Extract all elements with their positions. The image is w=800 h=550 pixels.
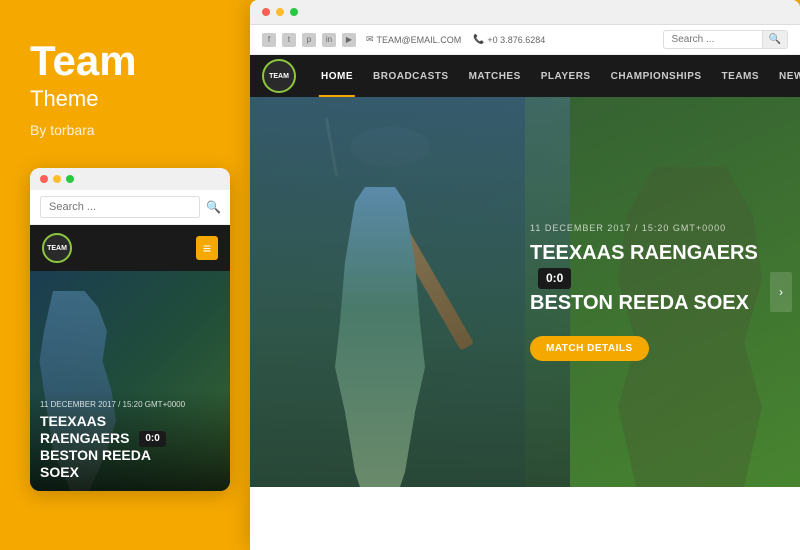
right-panel: f t p in ▶ ✉ TEAM@EMAIL.COM 📞 +0 3.876.6… bbox=[250, 0, 800, 550]
desktop-top-bar: f t p in ▶ ✉ TEAM@EMAIL.COM 📞 +0 3.876.6… bbox=[250, 25, 800, 55]
hero-next-arrow[interactable]: › bbox=[770, 272, 792, 312]
match-details-button[interactable]: MATCH DETAILS bbox=[530, 336, 649, 361]
nav-item-news[interactable]: NEWS bbox=[769, 55, 800, 97]
phone-icon: 📞 bbox=[473, 34, 484, 45]
nav-items: HOME BROADCASTS MATCHES PLAYERS CHAMPION… bbox=[311, 55, 800, 97]
desktop-dot-red bbox=[262, 8, 270, 16]
mobile-search-icon[interactable]: 🔍 bbox=[206, 200, 221, 214]
mobile-search-bar: 🔍 bbox=[30, 190, 230, 225]
nav-item-championships[interactable]: CHAMPIONSHIPS bbox=[601, 55, 712, 97]
top-bar-right: 🔍 bbox=[663, 30, 788, 49]
mobile-hero: 11 DECEMBER 2017 / 15:20 GMT+0000 TEEXAA… bbox=[30, 271, 230, 491]
mobile-search-input[interactable] bbox=[40, 196, 200, 218]
mobile-hero-overlay: 11 DECEMBER 2017 / 15:20 GMT+0000 TEEXAA… bbox=[30, 390, 230, 491]
top-bar-left: f t p in ▶ ✉ TEAM@EMAIL.COM 📞 +0 3.876.6… bbox=[262, 33, 545, 47]
mobile-logo: TEAM bbox=[42, 233, 72, 263]
nav-item-broadcasts[interactable]: BROADCASTS bbox=[363, 55, 459, 97]
desktop-nav: TEAM HOME BROADCASTS MATCHES PLAYERS CHA… bbox=[250, 55, 800, 97]
hero-match-date: 11 DECEMBER 2017 / 15:20 GMT+0000 bbox=[530, 223, 770, 233]
linkedin-icon[interactable]: in bbox=[322, 33, 336, 47]
hero-score-badge: 0:0 bbox=[538, 268, 571, 289]
phone-contact: 📞 +0 3.876.6284 bbox=[473, 34, 545, 45]
batter-figure bbox=[280, 147, 480, 487]
mobile-score-badge: 0:0 bbox=[139, 431, 165, 447]
nav-item-home[interactable]: HOME bbox=[311, 55, 363, 97]
twitter-icon[interactable]: t bbox=[282, 33, 296, 47]
bookmark-icon[interactable]: ▶ bbox=[342, 33, 356, 47]
top-bar-social: f t p in ▶ bbox=[262, 33, 356, 47]
desktop-search-input[interactable] bbox=[663, 30, 763, 49]
desktop-dot-green bbox=[290, 8, 298, 16]
dot-red bbox=[40, 175, 48, 183]
top-bar-contact: ✉ TEAM@EMAIL.COM 📞 +0 3.876.6284 bbox=[366, 34, 545, 45]
desktop-search-button[interactable]: 🔍 bbox=[763, 30, 788, 49]
nav-item-matches[interactable]: MATCHES bbox=[459, 55, 531, 97]
theme-title: Team bbox=[30, 40, 215, 82]
mobile-browser-bar bbox=[30, 168, 230, 190]
hero-player-area bbox=[250, 97, 570, 487]
email-icon: ✉ bbox=[366, 34, 374, 45]
theme-subtitle: Theme bbox=[30, 86, 215, 112]
desktop-hero: 11 DECEMBER 2017 / 15:20 GMT+0000 TEEXAA… bbox=[250, 97, 800, 487]
mobile-match-date: 11 DECEMBER 2017 / 15:20 GMT+0000 bbox=[40, 400, 220, 409]
nav-item-teams[interactable]: TEAMS bbox=[712, 55, 770, 97]
hero-teams: TEEXAAS RAENGAERS 0:0 BESTON REEDA SOEX bbox=[530, 241, 770, 316]
nav-item-players[interactable]: PLAYERS bbox=[531, 55, 601, 97]
mobile-hamburger-button[interactable]: ≡ bbox=[196, 236, 218, 260]
desktop-logo: TEAM bbox=[262, 59, 296, 93]
mobile-match-teams: TEEXAAS RAENGAERS 0:0 BESTON REEDA SOEX bbox=[40, 413, 220, 481]
dot-green bbox=[66, 175, 74, 183]
hero-content: 11 DECEMBER 2017 / 15:20 GMT+0000 TEEXAA… bbox=[530, 223, 770, 361]
mobile-nav: TEAM ≡ bbox=[30, 225, 230, 271]
left-panel: Team Theme By torbara 🔍 TEAM ≡ 11 DECEMB… bbox=[0, 0, 245, 550]
dot-yellow bbox=[53, 175, 61, 183]
theme-author: By torbara bbox=[30, 122, 215, 138]
batter-body bbox=[330, 187, 430, 487]
email-contact: ✉ TEAM@EMAIL.COM bbox=[366, 34, 461, 45]
mobile-preview: 🔍 TEAM ≡ 11 DECEMBER 2017 / 15:20 GMT+00… bbox=[30, 168, 230, 491]
pinterest-icon[interactable]: p bbox=[302, 33, 316, 47]
desktop-dot-yellow bbox=[276, 8, 284, 16]
desktop-browser-bar bbox=[250, 0, 800, 25]
facebook-icon[interactable]: f bbox=[262, 33, 276, 47]
